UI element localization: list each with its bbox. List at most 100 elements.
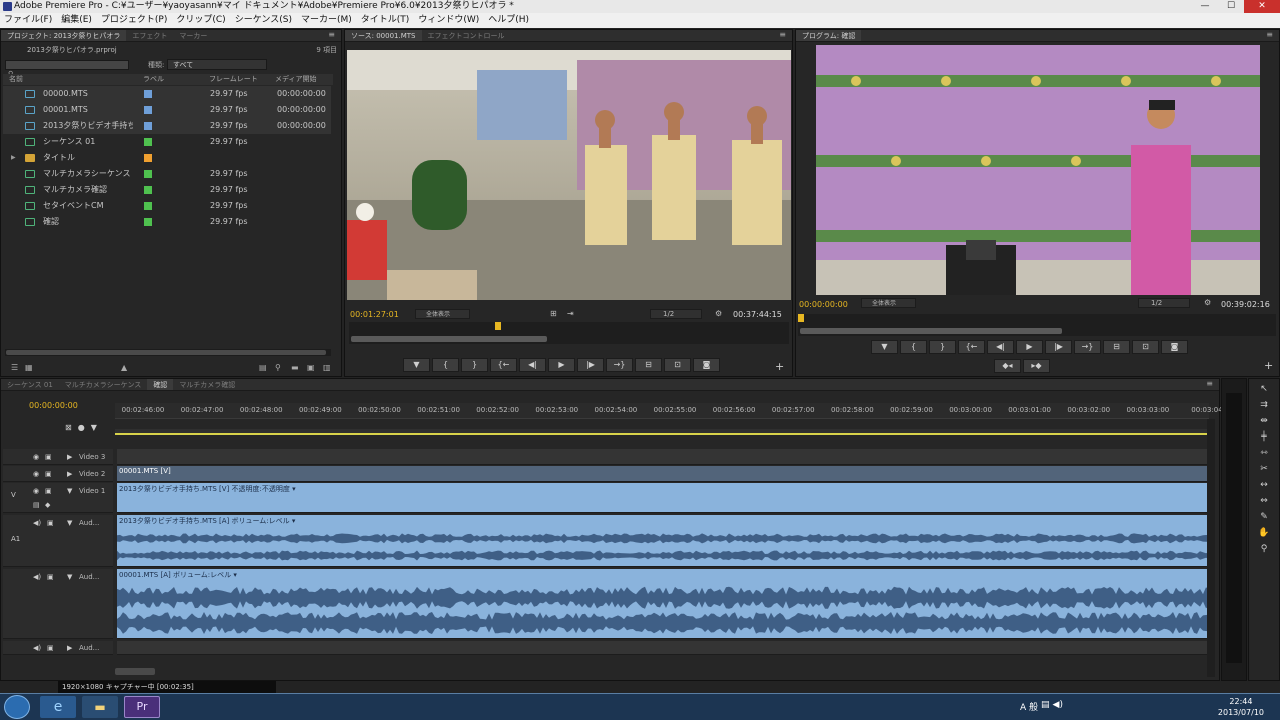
panel-menu-icon[interactable]: ≡ <box>1266 30 1273 39</box>
slide-tool-icon[interactable]: ⇔ <box>1257 495 1271 507</box>
mark-out-button[interactable]: } <box>461 358 488 372</box>
tab-markers[interactable]: マーカー <box>173 30 213 41</box>
new-item-icon[interactable]: ▣ <box>307 363 315 372</box>
overwrite-button[interactable]: ⊡ <box>664 358 691 372</box>
project-item[interactable]: 2013夕祭りビデオ手持ち 29.97 fps 00:00:00:00 <box>3 118 331 134</box>
panel-menu-icon[interactable]: ≡ <box>1206 379 1213 388</box>
mark-in-button[interactable]: { <box>432 358 459 372</box>
icon-view-icon[interactable]: ▦ <box>25 363 33 372</box>
expand-icon[interactable]: ▶ <box>11 150 16 166</box>
work-area-bar[interactable] <box>115 429 1209 435</box>
volume-icon[interactable]: ◀) <box>1053 700 1063 713</box>
speaker-icon[interactable]: ◀) <box>33 519 41 527</box>
safe-margins-icon[interactable]: ⊞ <box>550 309 557 318</box>
panel-menu-icon[interactable]: ≡ <box>779 30 786 39</box>
project-item[interactable]: 確認 29.97 fps <box>3 214 331 230</box>
source-playhead[interactable] <box>495 322 501 330</box>
taskbar-clock[interactable]: 22:44 2013/07/10 <box>1218 696 1264 718</box>
tab-effects[interactable]: エフェクト <box>126 30 173 41</box>
network-icon[interactable]: ▤ <box>1041 700 1050 713</box>
go-to-in-button[interactable]: {← <box>490 358 517 372</box>
project-item[interactable]: マルチカメラ確認 29.97 fps <box>3 182 331 198</box>
timeline-vscrollbar[interactable] <box>1207 419 1215 677</box>
collapse-icon[interactable]: ▼ <box>67 519 72 527</box>
play-button[interactable]: ▶ <box>1016 340 1043 354</box>
marker-icon[interactable]: ▼ <box>91 423 97 432</box>
timeline-hscrollbar[interactable] <box>115 668 155 675</box>
settings-wrench-icon[interactable]: ⚙ <box>715 309 722 318</box>
new-bin-icon[interactable]: ▬ <box>291 363 299 372</box>
insert-button[interactable]: ⊟ <box>635 358 662 372</box>
list-view-icon[interactable]: ☰ <box>11 363 18 372</box>
expand-icon[interactable]: ▶ <box>67 453 72 461</box>
zoom-tool-icon[interactable]: ⚲ <box>1257 543 1271 555</box>
collapse-icon[interactable]: ▼ <box>67 573 72 581</box>
track-select-tool-icon[interactable]: ⇉ <box>1257 399 1271 411</box>
step-forward-button[interactable]: |▶ <box>1045 340 1072 354</box>
ripple-edit-tool-icon[interactable]: ⇹ <box>1257 415 1271 427</box>
menu-window[interactable]: ウィンドウ(W) <box>418 13 479 28</box>
step-back-button[interactable]: ◀| <box>519 358 546 372</box>
track-area[interactable] <box>117 449 1209 465</box>
step-back-button[interactable]: ◀| <box>987 340 1014 354</box>
expand-icon[interactable]: ▶ <box>67 470 72 478</box>
ie-taskbar-icon[interactable]: e <box>40 696 76 718</box>
menu-clip[interactable]: クリップ(C) <box>176 13 225 28</box>
premiere-taskbar-icon[interactable]: Pr <box>124 696 160 718</box>
explorer-taskbar-icon[interactable]: ▬ <box>82 696 118 718</box>
project-item[interactable]: ▶ タイトル <box>3 150 331 166</box>
tab-effect-controls[interactable]: エフェクトコントロール <box>422 30 511 41</box>
tab-kakunin[interactable]: 確認 <box>147 379 174 390</box>
start-button[interactable] <box>4 695 30 719</box>
keyframe-icon[interactable]: ◆ <box>45 501 50 509</box>
source-zoom-bar[interactable] <box>351 336 547 342</box>
source-a1-patch[interactable]: A1 <box>11 535 20 543</box>
menu-title[interactable]: タイトル(T) <box>361 13 410 28</box>
rolling-edit-tool-icon[interactable]: ╪ <box>1257 431 1271 443</box>
expand-icon[interactable]: ▶ <box>67 644 72 652</box>
col-media-start[interactable]: メディア開始 <box>275 74 317 85</box>
export-frame-button[interactable]: ◙ <box>1161 340 1188 354</box>
pen-tool-icon[interactable]: ✎ <box>1257 511 1271 523</box>
source-resolution-select[interactable]: 1/2 <box>650 309 702 319</box>
eye-icon[interactable]: ◉ <box>33 453 39 461</box>
menu-marker[interactable]: マーカー(M) <box>301 13 352 28</box>
timeline-timecode[interactable]: 00:00:00:00 <box>29 401 78 410</box>
clip-a1[interactable]: 2013夕祭りビデオ手持ち.MTS [A] ボリューム:レベル ▾ <box>117 515 1209 566</box>
clip-v1[interactable]: 2013夕祭りビデオ手持ち.MTS [V] 不透明度:不透明度 ▾ <box>117 483 1209 512</box>
trim-forward-button[interactable]: ▸◆ <box>1023 359 1050 373</box>
go-to-out-button[interactable]: →} <box>1074 340 1101 354</box>
project-item[interactable]: マルチカメラシーケンス 29.97 fps <box>3 166 331 182</box>
lock-icon[interactable]: ▣ <box>45 487 52 495</box>
ime-mode[interactable]: A 般 <box>1020 700 1038 713</box>
program-current-timecode[interactable]: 00:00:00:00 <box>799 300 848 309</box>
add-marker-button[interactable]: ▼ <box>871 340 898 354</box>
close-button[interactable]: ✕ <box>1244 0 1280 13</box>
program-playhead[interactable] <box>798 314 804 322</box>
tab-sequence-01[interactable]: シーケンス 01 <box>1 379 59 390</box>
settings-wrench-icon[interactable]: ⚙ <box>1204 298 1211 307</box>
mark-out-button[interactable]: } <box>929 340 956 354</box>
go-to-in-button[interactable]: {← <box>958 340 985 354</box>
time-ruler[interactable]: 00:02:46:00 00:02:47:00 00:02:48:00 00:02:4… <box>115 403 1223 419</box>
tab-source[interactable]: ソース: 00001.MTS <box>345 30 422 41</box>
automate-icon[interactable]: ▤ <box>259 363 267 372</box>
eye-icon[interactable]: ◉ <box>33 470 39 478</box>
add-marker-button[interactable]: ▼ <box>403 358 430 372</box>
project-item[interactable]: 00001.MTS 29.97 fps 00:00:00:00 <box>3 102 331 118</box>
menu-sequence[interactable]: シーケンス(S) <box>235 13 292 28</box>
clip-a2[interactable]: 00001.MTS [A] ボリューム:レベル ▾ <box>117 569 1209 638</box>
lock-icon[interactable]: ▣ <box>47 519 54 527</box>
rate-stretch-tool-icon[interactable]: ⇿ <box>1257 447 1271 459</box>
mark-in-button[interactable]: { <box>900 340 927 354</box>
minimize-button[interactable]: — <box>1192 0 1218 13</box>
in-select[interactable]: すべて <box>167 59 267 70</box>
eye-icon[interactable]: ◉ <box>33 487 39 495</box>
maximize-button[interactable]: ☐ <box>1218 0 1244 13</box>
selection-tool-icon[interactable]: ↖ <box>1257 383 1271 395</box>
source-v-patch[interactable]: V <box>11 491 16 499</box>
project-item[interactable]: 00000.MTS 29.97 fps 00:00:00:00 <box>3 86 331 102</box>
snap-icon[interactable]: ⊠ <box>65 423 72 432</box>
clip-v2[interactable]: 00001.MTS [V] <box>117 466 1209 481</box>
step-forward-button[interactable]: |▶ <box>577 358 604 372</box>
